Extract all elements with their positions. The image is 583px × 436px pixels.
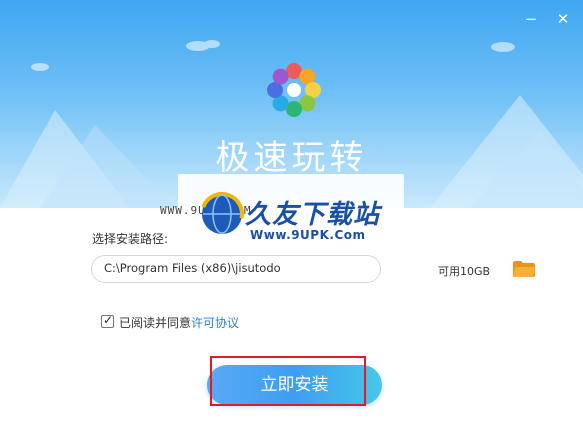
folder-icon[interactable] — [512, 260, 536, 278]
watermark-url: Www.9UPK.Com — [250, 228, 366, 242]
minimize-button[interactable]: − — [519, 8, 543, 30]
install-path-label: 选择安装路径: — [92, 232, 169, 246]
colorful-pinwheel-logo-icon — [267, 63, 321, 117]
checkmark-icon: ✓ — [103, 313, 114, 327]
close-button[interactable]: ✕ — [551, 8, 575, 30]
agree-text: 已阅读并同意 — [119, 316, 192, 330]
license-agreement-link[interactable]: 许可协议 — [191, 314, 239, 331]
highlight-box — [210, 356, 366, 406]
globe-logo-icon — [200, 192, 244, 236]
available-space-text: 可用10GB — [438, 265, 491, 278]
install-path-field[interactable] — [91, 255, 381, 283]
watermark-title: 久友下载站 — [245, 200, 381, 230]
app-title: 极速玩转 — [215, 138, 368, 178]
agree-checkbox[interactable]: ✓ — [101, 313, 114, 328]
install-path-input[interactable] — [104, 261, 366, 275]
